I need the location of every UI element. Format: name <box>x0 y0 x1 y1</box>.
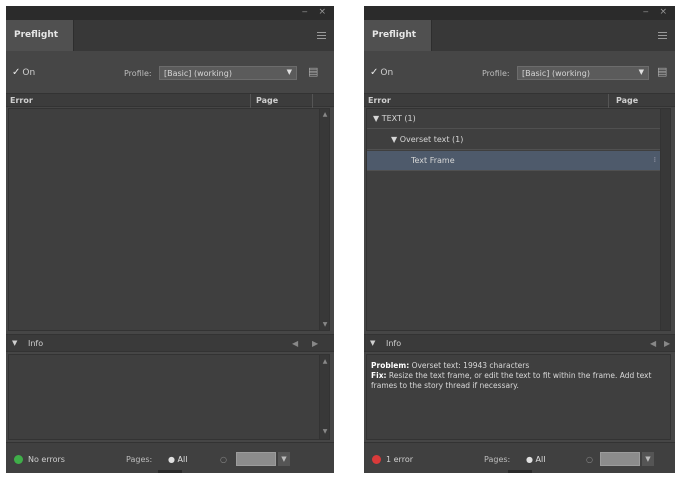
column-error[interactable]: Error <box>10 96 33 105</box>
profile-value: [Basic] (working) <box>522 69 590 78</box>
scrollbar[interactable] <box>660 109 670 330</box>
disclosure-triangle-icon[interactable]: ▼ <box>370 339 375 347</box>
tab-preflight[interactable]: Preflight <box>364 20 432 51</box>
preflight-controls: ✓ On Profile: [Basic] (working) ▼ ▤ <box>364 51 675 93</box>
column-divider[interactable] <box>250 94 251 108</box>
on-checkbox[interactable]: ✓ On <box>370 67 393 78</box>
tree-row-label: Text Frame <box>411 156 455 165</box>
on-label: On <box>380 68 394 78</box>
profiles-icon[interactable]: ▤ <box>657 65 669 79</box>
problem-label: Problem: <box>371 361 410 370</box>
column-page[interactable]: Page <box>616 96 638 105</box>
checkmark-icon: ✓ <box>370 67 379 78</box>
page-range-input[interactable] <box>600 452 640 466</box>
preflight-panel-no-errors: ‒ × Preflight ✓ On Profile: [Basic] (work… <box>6 6 334 473</box>
profile-value: [Basic] (working) <box>164 69 232 78</box>
disclosure-triangle-icon[interactable]: ▼ <box>391 135 397 144</box>
window-controls-icon[interactable]: ‒ × <box>302 7 330 17</box>
tree-row-category[interactable]: ▼ TEXT (1) <box>367 109 660 129</box>
tab-row: Preflight <box>6 20 334 51</box>
checkmark-icon: ✓ <box>12 67 21 78</box>
error-list[interactable]: ▲ ▼ <box>8 108 330 331</box>
column-divider[interactable] <box>608 94 609 108</box>
disclosure-triangle-icon[interactable]: ▼ <box>12 339 17 347</box>
on-label: On <box>22 68 36 78</box>
resize-grip[interactable] <box>158 470 182 473</box>
pages-all-radio[interactable]: ● All <box>168 455 187 464</box>
status-bar: No errors Pages: ● All ○ ▼ <box>6 442 334 473</box>
dropdown-arrow-icon[interactable]: ▼ <box>278 452 290 466</box>
status-dot-icon <box>14 455 23 464</box>
preflight-controls: ✓ On Profile: [Basic] (working) ▼ ▤ <box>6 51 334 93</box>
resize-grip[interactable] <box>508 470 532 473</box>
pages-range-radio[interactable]: ○ <box>586 455 593 464</box>
pages-all-radio[interactable]: ● All <box>526 455 545 464</box>
tab-label: Preflight <box>14 30 59 40</box>
pages-all-label: All <box>177 455 188 464</box>
preflight-panel-errors: ‒ × Preflight ✓ On Profile: [Basic] (work… <box>364 6 675 473</box>
profiles-icon[interactable]: ▤ <box>308 65 320 79</box>
profile-label: Profile: <box>482 69 510 78</box>
tree-row-item-selected[interactable]: Text Frame ⁞ <box>367 151 660 171</box>
tree-row-label: Overset text (1) <box>399 135 464 144</box>
fix-text: Resize the text frame, or edit the text … <box>371 371 652 390</box>
status-text: No errors <box>28 455 65 464</box>
profile-label: Profile: <box>124 69 152 78</box>
pages-range-radio[interactable]: ○ <box>220 455 227 464</box>
info-section-header[interactable]: ▼ Info ◀ ▶ <box>364 334 675 352</box>
tree-row-label: TEXT (1) <box>381 114 416 123</box>
status-text: 1 error <box>386 455 413 464</box>
status-bar: 1 error Pages: ● All ○ ▼ <box>364 442 675 473</box>
tree-row-subcategory[interactable]: ▼ Overset text (1) <box>367 130 660 150</box>
panel-menu-icon[interactable] <box>658 32 667 39</box>
scrollbar[interactable]: ▲ ▼ <box>319 355 329 439</box>
panel-menu-icon[interactable] <box>317 32 326 39</box>
info-label: Info <box>386 339 402 348</box>
info-fix: Fix: Resize the text frame, or edit the … <box>371 371 666 391</box>
info-box: ▲ ▼ <box>8 354 330 440</box>
scroll-down-icon[interactable]: ▼ <box>321 427 329 437</box>
info-problem: Problem: Overset text: 19943 characters <box>371 361 666 371</box>
window-controls-icon[interactable]: ‒ × <box>643 7 671 17</box>
dropdown-arrow-icon: ▼ <box>638 68 644 76</box>
scroll-up-icon[interactable]: ▲ <box>321 111 329 118</box>
info-label: Info <box>28 339 44 348</box>
panel-titlebar: ‒ × <box>364 6 675 20</box>
scroll-down-icon[interactable]: ▼ <box>321 321 329 328</box>
disclosure-triangle-icon[interactable]: ▼ <box>373 114 379 123</box>
page-link-icon[interactable]: ⁞ <box>654 156 656 164</box>
pages-label: Pages: <box>484 455 511 464</box>
tab-row: Preflight <box>364 20 675 51</box>
error-column-header: Error Page <box>364 93 675 108</box>
fix-label: Fix: <box>371 371 387 380</box>
tab-label: Preflight <box>372 30 417 40</box>
info-next-icon[interactable]: ▶ <box>664 339 670 348</box>
column-error[interactable]: Error <box>368 96 391 105</box>
info-prev-icon[interactable]: ◀ <box>650 339 656 348</box>
scrollbar[interactable]: ▲ ▼ <box>319 109 329 330</box>
profile-dropdown[interactable]: [Basic] (working) ▼ <box>159 66 297 80</box>
page-range-input[interactable] <box>236 452 276 466</box>
panel-titlebar: ‒ × <box>6 6 334 20</box>
dropdown-arrow-icon[interactable]: ▼ <box>642 452 654 466</box>
info-next-icon[interactable]: ▶ <box>312 339 318 348</box>
problem-text: Overset text: 19943 characters <box>409 361 530 370</box>
error-column-header: Error Page <box>6 93 334 108</box>
info-prev-icon[interactable]: ◀ <box>292 339 298 348</box>
on-checkbox[interactable]: ✓ On <box>12 67 35 78</box>
scroll-up-icon[interactable]: ▲ <box>321 357 329 367</box>
dropdown-arrow-icon: ▼ <box>286 68 292 76</box>
info-box: Problem: Overset text: 19943 characters … <box>366 354 671 440</box>
profile-dropdown[interactable]: [Basic] (working) ▼ <box>517 66 649 80</box>
error-list[interactable]: ▼ TEXT (1) ▼ Overset text (1) Text Frame… <box>366 108 671 331</box>
tab-preflight[interactable]: Preflight <box>6 20 74 51</box>
pages-label: Pages: <box>126 455 153 464</box>
status-dot-icon <box>372 455 381 464</box>
column-page[interactable]: Page <box>256 96 278 105</box>
pages-all-label: All <box>535 455 546 464</box>
column-divider[interactable] <box>312 94 313 108</box>
info-section-header[interactable]: ▼ Info ◀ ▶ <box>6 334 334 352</box>
